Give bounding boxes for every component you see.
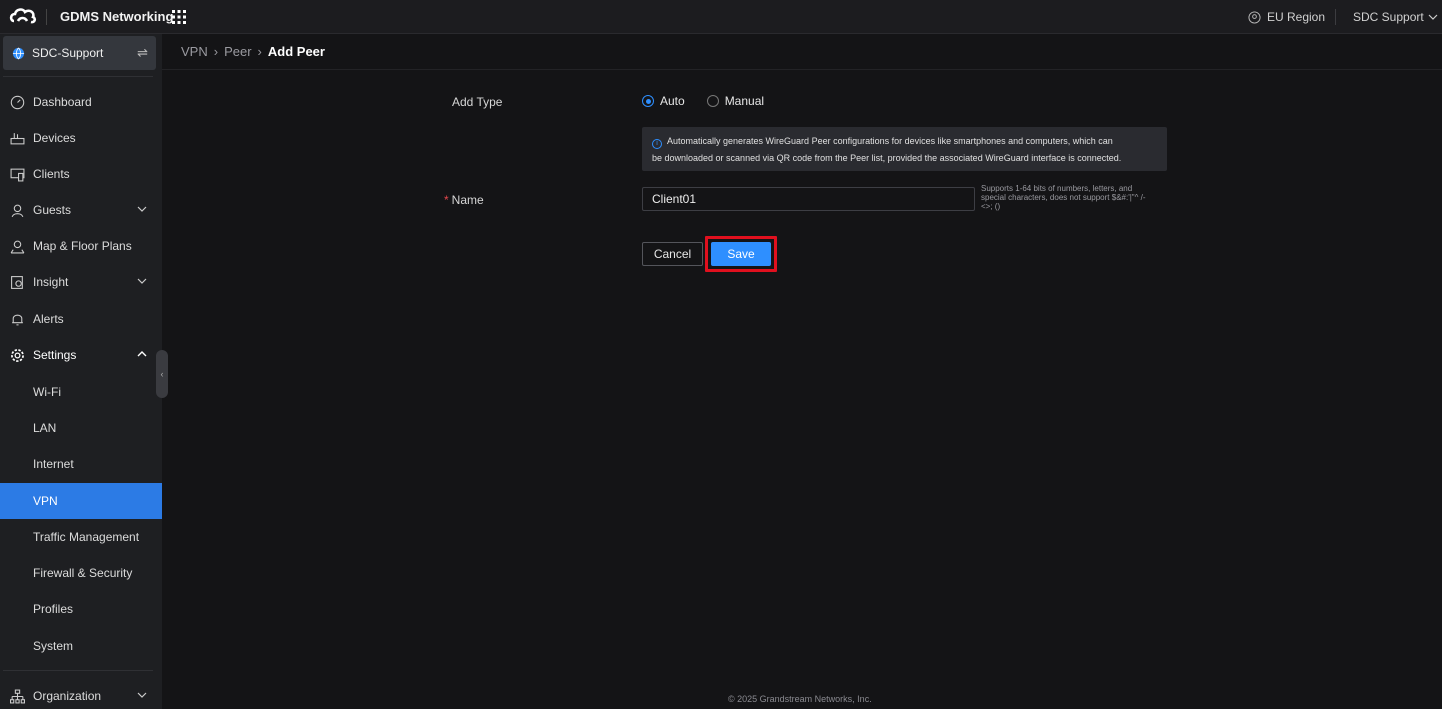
- name-label: * Name: [444, 193, 484, 207]
- sidebar-item-label: Settings: [33, 348, 77, 362]
- required-asterisk: *: [444, 193, 449, 207]
- region-label: EU Region: [1267, 10, 1326, 24]
- chevron-up-icon: [137, 351, 147, 357]
- top-bar: GDMS Networking EU Region SDC Support: [0, 0, 1442, 34]
- chevron-down-icon: [137, 692, 147, 698]
- topbar-divider: [1335, 9, 1336, 25]
- info-notice: i Automatically generates WireGuard Peer …: [642, 127, 1167, 171]
- radio-manual[interactable]: [706, 95, 719, 107]
- breadcrumb-separator-icon: ›: [257, 44, 262, 59]
- insight-icon: [11, 275, 23, 289]
- sidebar-subitem-firewall-security[interactable]: Firewall & Security: [0, 555, 162, 591]
- sidebar-item-label: Devices: [33, 131, 76, 145]
- swap-icon[interactable]: ⇌: [137, 45, 148, 61]
- region-selector[interactable]: EU Region: [1248, 10, 1325, 24]
- sidebar-subitem-traffic-management[interactable]: Traffic Management: [0, 519, 162, 555]
- save-button[interactable]: Save: [711, 242, 771, 266]
- name-hint: Supports 1-64 bits of numbers, letters, …: [981, 184, 1146, 211]
- radio-manual-label[interactable]: Manual: [725, 94, 764, 108]
- sidebar-divider: [3, 76, 153, 77]
- map-icon: [10, 240, 25, 253]
- site-name: SDC-Support: [32, 46, 104, 60]
- sidebar-item-guests[interactable]: Guests: [0, 192, 162, 228]
- breadcrumb-peer[interactable]: Peer: [224, 44, 251, 59]
- radio-auto-label[interactable]: Auto: [660, 94, 685, 108]
- name-field[interactable]: [642, 187, 975, 211]
- sidebar-item-map[interactable]: Map & Floor Plans: [0, 228, 162, 264]
- apps-grid-icon[interactable]: [172, 10, 186, 24]
- header-divider: [162, 69, 1442, 70]
- chevron-down-icon: [137, 206, 147, 212]
- chevron-down-icon: [137, 278, 147, 284]
- info-icon: i: [652, 139, 662, 149]
- sidebar-subitem-internet[interactable]: Internet: [0, 446, 162, 482]
- sidebar: SDC-Support ⇌ Dashboard Devices Clients …: [0, 34, 162, 709]
- gear-icon: [11, 348, 24, 362]
- account-name: SDC Support: [1353, 10, 1424, 24]
- site-switcher[interactable]: SDC-Support ⇌: [3, 36, 156, 70]
- brand-title: GDMS Networking: [60, 9, 174, 24]
- breadcrumb-current: Add Peer: [267, 44, 325, 59]
- info-line-1: i Automatically generates WireGuard Peer …: [652, 133, 1157, 150]
- info-line-2: be downloaded or scanned via QR code fro…: [652, 153, 1122, 163]
- sidebar-collapse-handle[interactable]: ‹: [156, 350, 168, 398]
- add-type-label: Add Type: [452, 95, 503, 109]
- footer-copyright: © 2025 Grandstream Networks, Inc.: [728, 694, 872, 704]
- sidebar-item-insight[interactable]: Insight: [0, 264, 162, 300]
- sidebar-subitem-wifi[interactable]: Wi-Fi: [0, 374, 162, 410]
- organization-icon: [10, 689, 25, 703]
- location-pin-icon: [1248, 10, 1261, 24]
- sidebar-item-devices[interactable]: Devices: [0, 120, 162, 156]
- sidebar-subitem-vpn[interactable]: VPN: [0, 483, 162, 519]
- sidebar-item-alerts[interactable]: Alerts: [0, 301, 162, 337]
- sidebar-item-organization[interactable]: Organization: [0, 678, 162, 709]
- chevron-down-icon: [1428, 14, 1438, 20]
- sidebar-subitem-profiles[interactable]: Profiles: [0, 591, 162, 627]
- grandstream-logo-icon[interactable]: [8, 6, 38, 28]
- sidebar-item-label: Dashboard: [33, 95, 92, 109]
- sidebar-subitem-lan[interactable]: LAN: [0, 410, 162, 446]
- sidebar-subitem-system[interactable]: System: [0, 628, 162, 664]
- sidebar-item-label: Guests: [33, 203, 72, 217]
- bell-icon: [12, 314, 23, 325]
- breadcrumb-separator-icon: ›: [213, 44, 219, 59]
- sidebar-item-label: Organization: [33, 689, 102, 703]
- cancel-button[interactable]: Cancel: [642, 242, 703, 266]
- sidebar-item-label: Alerts: [33, 312, 64, 326]
- globe-icon: [12, 47, 25, 59]
- dashboard-icon: [10, 95, 25, 109]
- devices-icon: [10, 132, 25, 144]
- clients-icon: [10, 168, 25, 181]
- sidebar-item-dashboard[interactable]: Dashboard: [0, 84, 162, 120]
- guests-icon: [11, 204, 24, 217]
- sidebar-item-label: Clients: [33, 167, 70, 181]
- sidebar-item-settings[interactable]: Settings: [0, 337, 162, 373]
- breadcrumb-vpn[interactable]: VPN: [181, 44, 208, 59]
- breadcrumb: VPN › Peer › Add Peer: [181, 44, 325, 59]
- add-type-radio-group: Auto Manual: [642, 94, 764, 108]
- logo-divider: [46, 9, 47, 25]
- sidebar-item-label: Insight: [33, 275, 69, 289]
- radio-auto[interactable]: [642, 95, 654, 107]
- sidebar-divider: [3, 670, 153, 671]
- account-menu[interactable]: SDC Support: [1353, 10, 1438, 24]
- sidebar-item-clients[interactable]: Clients: [0, 156, 162, 192]
- sidebar-item-label: Map & Floor Plans: [33, 239, 132, 253]
